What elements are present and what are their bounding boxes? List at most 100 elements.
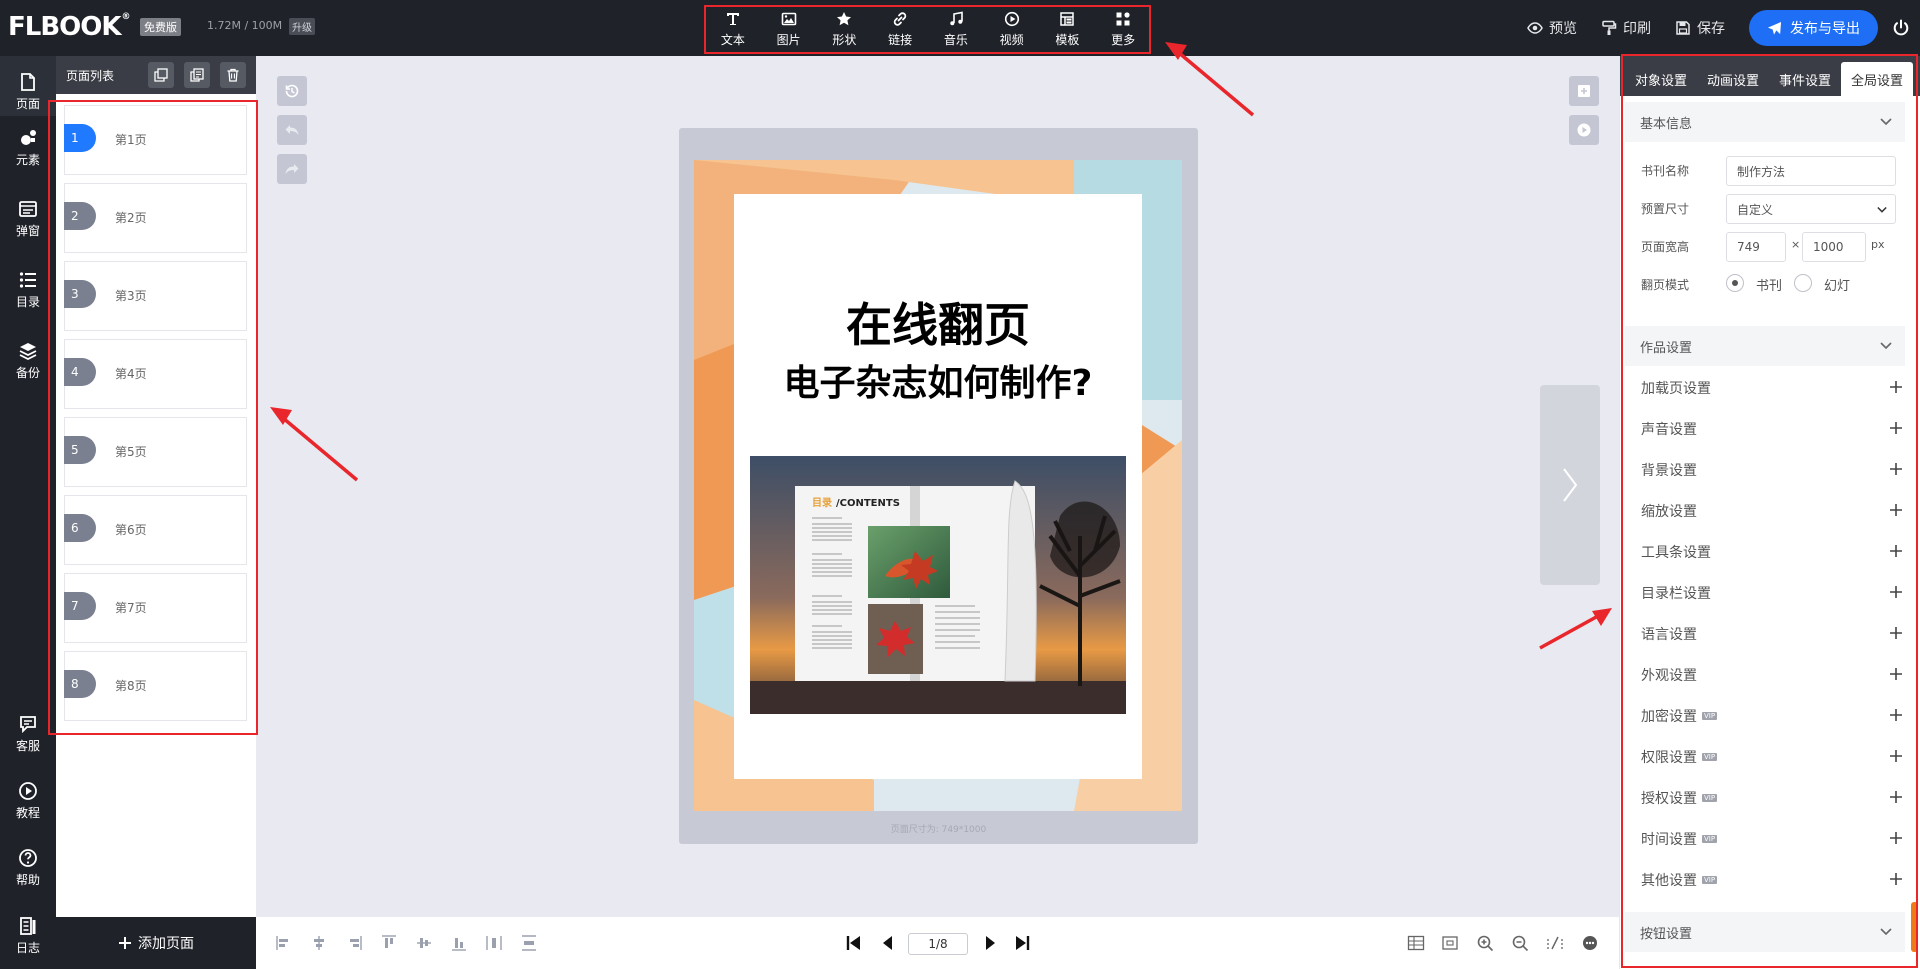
cover-subtitle[interactable]: 电子杂志如何制作? — [734, 354, 1142, 406]
nav-log[interactable]: 日志 — [0, 916, 56, 956]
tab-animation-settings[interactable]: 动画设置 — [1697, 62, 1769, 96]
nav-elements[interactable]: 元素 — [0, 128, 56, 168]
basic-info-section-header[interactable]: 基本信息 — [1625, 102, 1905, 142]
history-button[interactable] — [277, 76, 307, 106]
flip-mode-book-radio[interactable] — [1726, 274, 1744, 292]
page-thumbnail-button[interactable] — [1569, 76, 1599, 106]
settings-row[interactable]: 语言设置 — [1641, 624, 1903, 644]
add-page-button[interactable]: 添加页面 — [56, 917, 256, 969]
nav-tutorial[interactable]: 教程 — [0, 781, 56, 821]
page-thumbnail-item[interactable]: 1 第1页 — [64, 105, 247, 175]
plus-icon[interactable] — [1889, 790, 1903, 804]
settings-row[interactable]: 权限设置 VIP — [1641, 747, 1903, 767]
ruler-guide-icon[interactable] — [1546, 934, 1564, 952]
align-right-icon[interactable] — [345, 934, 363, 952]
copy-page-button[interactable] — [148, 62, 174, 88]
tab-event-settings[interactable]: 事件设置 — [1769, 62, 1841, 96]
button-settings-section-header[interactable]: 按钮设置 — [1625, 912, 1905, 952]
distribute-vertical-icon[interactable] — [520, 934, 538, 952]
align-bottom-icon[interactable] — [450, 934, 468, 952]
page-thumbnail-item[interactable]: 6 第6页 — [64, 495, 247, 565]
nav-popups[interactable]: 弹窗 — [0, 199, 56, 239]
align-center-horizontal-icon[interactable] — [310, 934, 328, 952]
zoom-in-icon[interactable] — [1476, 934, 1494, 952]
upgrade-button[interactable]: 升级 — [289, 18, 315, 35]
nav-pages[interactable]: 页面 — [0, 56, 56, 116]
align-middle-icon[interactable] — [415, 934, 433, 952]
page-number-input[interactable]: 1/8 — [908, 933, 968, 955]
nav-customer-service[interactable]: 客服 — [0, 714, 56, 754]
preset-size-select[interactable]: 自定义 — [1726, 194, 1896, 224]
image-tool-button[interactable]: 图片 — [763, 11, 815, 48]
page-thumbnail-item[interactable]: 7 第7页 — [64, 573, 247, 643]
align-top-icon[interactable] — [380, 934, 398, 952]
link-tool-button[interactable]: 链接 — [874, 11, 926, 48]
tab-object-settings[interactable]: 对象设置 — [1625, 62, 1697, 96]
last-page-icon[interactable] — [1012, 933, 1032, 953]
zoom-out-icon[interactable] — [1511, 934, 1529, 952]
more-tool-button[interactable]: 更多 — [1097, 11, 1149, 48]
undo-button[interactable] — [277, 115, 307, 145]
settings-row[interactable]: 加密设置 VIP — [1641, 706, 1903, 726]
plus-icon[interactable] — [1889, 544, 1903, 558]
plus-icon[interactable] — [1889, 380, 1903, 394]
power-icon[interactable] — [1892, 19, 1910, 37]
settings-row[interactable]: 背景设置 — [1641, 460, 1903, 480]
book-name-input[interactable]: 制作方法 — [1726, 156, 1896, 186]
settings-row[interactable]: 加载页设置 — [1641, 378, 1903, 398]
delete-page-button[interactable] — [220, 62, 246, 88]
cover-title[interactable]: 在线翻页 — [734, 289, 1142, 355]
plus-icon[interactable] — [1889, 626, 1903, 640]
settings-row[interactable]: 工具条设置 — [1641, 542, 1903, 562]
plus-icon[interactable] — [1889, 708, 1903, 722]
nav-help[interactable]: 帮助 — [0, 848, 56, 888]
plus-icon[interactable] — [1889, 421, 1903, 435]
preview-button[interactable]: 预览 — [1527, 18, 1577, 38]
previous-page-icon[interactable] — [878, 933, 898, 953]
next-page-icon[interactable] — [980, 933, 1000, 953]
page-height-input[interactable]: 1000 — [1802, 232, 1866, 262]
properties-scrollbar[interactable] — [1911, 902, 1918, 952]
plus-icon[interactable] — [1889, 831, 1903, 845]
page-thumbnail-item[interactable]: 5 第5页 — [64, 417, 247, 487]
more-options-icon[interactable] — [1581, 934, 1599, 952]
settings-row[interactable]: 目录栏设置 — [1641, 583, 1903, 603]
nav-backup[interactable]: 备份 — [0, 341, 56, 381]
fit-screen-icon[interactable] — [1441, 934, 1459, 952]
settings-row[interactable]: 授权设置 VIP — [1641, 788, 1903, 808]
nav-contents[interactable]: 目录 — [0, 270, 56, 310]
cover-photo[interactable]: 目录 /CONTENTS — [750, 456, 1126, 714]
first-page-icon[interactable] — [844, 933, 864, 953]
video-tool-button[interactable]: 视频 — [986, 11, 1038, 48]
plus-icon[interactable] — [1889, 462, 1903, 476]
settings-row[interactable]: 缩放设置 — [1641, 501, 1903, 521]
next-page-button[interactable] — [1540, 385, 1600, 585]
page-thumbnail-item[interactable]: 8 第8页 — [64, 651, 247, 721]
redo-button[interactable] — [277, 154, 307, 184]
settings-row[interactable]: 时间设置 VIP — [1641, 829, 1903, 849]
page-thumbnail-item[interactable]: 4 第4页 — [64, 339, 247, 409]
flip-mode-slide-radio[interactable] — [1794, 274, 1812, 292]
tab-global-settings[interactable]: 全局设置 — [1841, 62, 1914, 96]
template-tool-button[interactable]: 模板 — [1041, 11, 1093, 48]
page-width-input[interactable]: 749 — [1726, 232, 1786, 262]
save-button[interactable]: 保存 — [1675, 18, 1725, 38]
work-settings-section-header[interactable]: 作品设置 — [1625, 326, 1905, 366]
plus-icon[interactable] — [1889, 749, 1903, 763]
settings-row[interactable]: 其他设置 VIP — [1641, 870, 1903, 890]
page-canvas[interactable]: 在线翻页 电子杂志如何制作? 目录 /CONTENTS — [694, 160, 1182, 811]
text-tool-button[interactable]: 文本 — [707, 11, 759, 48]
plus-icon[interactable] — [1889, 667, 1903, 681]
plus-icon[interactable] — [1889, 872, 1903, 886]
settings-row[interactable]: 声音设置 — [1641, 419, 1903, 439]
plus-icon[interactable] — [1889, 503, 1903, 517]
publish-export-button[interactable]: 发布与导出 — [1749, 10, 1878, 46]
align-left-icon[interactable] — [275, 934, 293, 952]
page-thumbnail-item[interactable]: 2 第2页 — [64, 183, 247, 253]
duplicate-page-button[interactable] — [184, 62, 210, 88]
music-tool-button[interactable]: 音乐 — [930, 11, 982, 48]
shape-tool-button[interactable]: 形状 — [818, 11, 870, 48]
grid-view-icon[interactable] — [1407, 934, 1425, 952]
print-button[interactable]: 印刷 — [1601, 18, 1651, 38]
play-preview-button[interactable] — [1569, 115, 1599, 145]
